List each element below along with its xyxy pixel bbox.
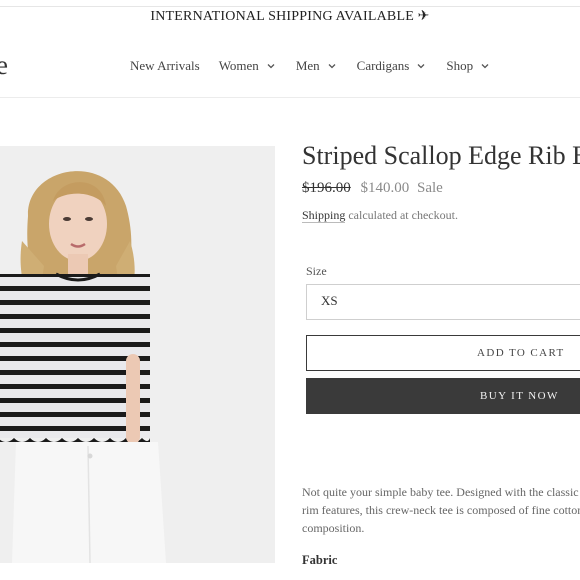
nav-item-women[interactable]: Women xyxy=(219,58,277,74)
product-photo xyxy=(0,146,275,563)
nav-item-label: New Arrivals xyxy=(130,58,200,73)
chevron-down-icon xyxy=(265,60,277,72)
chevron-down-icon xyxy=(326,60,338,72)
product-description: Not quite your simple baby tee. Designed… xyxy=(302,483,580,537)
announcement-bar: INTERNATIONAL SHIPPING AVAILABLE ✈ xyxy=(150,9,430,24)
size-select[interactable]: XS xyxy=(306,284,580,320)
size-label: Size xyxy=(306,264,327,278)
header-divider xyxy=(0,97,580,98)
description-line: composition. xyxy=(302,521,365,535)
description-line: Not quite your simple baby tee. Designed… xyxy=(302,485,579,499)
description-line: rim features, this crew-neck tee is comp… xyxy=(302,503,580,517)
product-title: Striped Scallop Edge Rib B xyxy=(302,141,580,170)
buy-now-button[interactable]: BUY IT NOW xyxy=(306,378,580,414)
chevron-down-icon xyxy=(479,60,491,72)
shipping-text: calculated at checkout. xyxy=(345,208,458,222)
add-to-cart-label: ADD TO CART xyxy=(477,347,565,359)
top-divider xyxy=(0,6,580,7)
shipping-note: Shipping calculated at checkout. xyxy=(302,208,458,223)
nav-item-label: Cardigans xyxy=(356,58,410,73)
fabric-heading: Fabric xyxy=(302,553,338,567)
nav-item-label: Women xyxy=(218,58,259,73)
nav-item-cardigans[interactable]: Cardigans xyxy=(357,58,428,74)
sale-price: $140.00 xyxy=(360,180,410,196)
size-selected-value: XS xyxy=(321,293,338,308)
store-logo[interactable]: e xyxy=(0,51,8,79)
chevron-down-icon xyxy=(415,60,427,72)
nav-item-new-arrivals[interactable]: New Arrivals xyxy=(130,58,200,74)
nav-item-label: Shop xyxy=(446,58,474,73)
shipping-link[interactable]: Shipping xyxy=(302,208,346,223)
add-to-cart-button[interactable]: ADD TO CART xyxy=(306,335,580,371)
nav-item-shop[interactable]: Shop xyxy=(446,58,491,74)
buy-now-label: BUY IT NOW xyxy=(480,390,559,402)
main-nav: New Arrivals Women Men Cardigans Shop xyxy=(130,57,510,75)
nav-item-men[interactable]: Men xyxy=(296,58,338,74)
price-row: $196.00 $140.00 Sale xyxy=(302,180,443,197)
original-price: $196.00 xyxy=(302,180,351,196)
nav-item-label: Men xyxy=(295,58,320,73)
sale-badge: Sale xyxy=(417,180,443,196)
product-image[interactable] xyxy=(0,146,275,563)
